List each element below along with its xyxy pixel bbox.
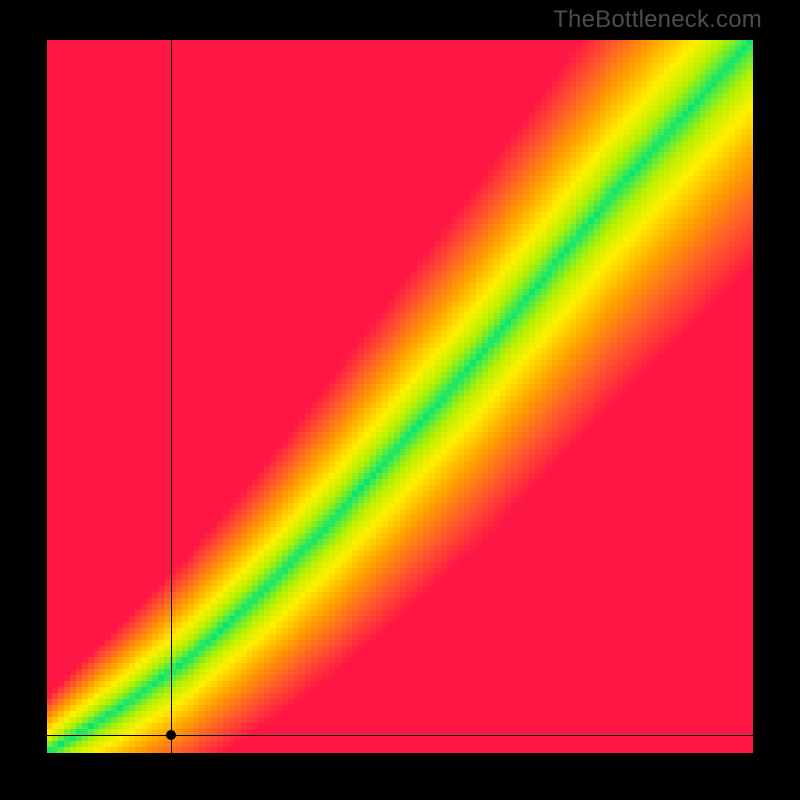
crosshair-horizontal <box>47 735 753 736</box>
crosshair-dot <box>166 730 176 740</box>
plot-area <box>47 40 753 753</box>
heatmap-canvas <box>47 40 753 753</box>
watermark-text: TheBottleneck.com <box>553 6 762 34</box>
chart-frame: TheBottleneck.com <box>0 0 800 800</box>
crosshair-vertical <box>171 40 172 753</box>
